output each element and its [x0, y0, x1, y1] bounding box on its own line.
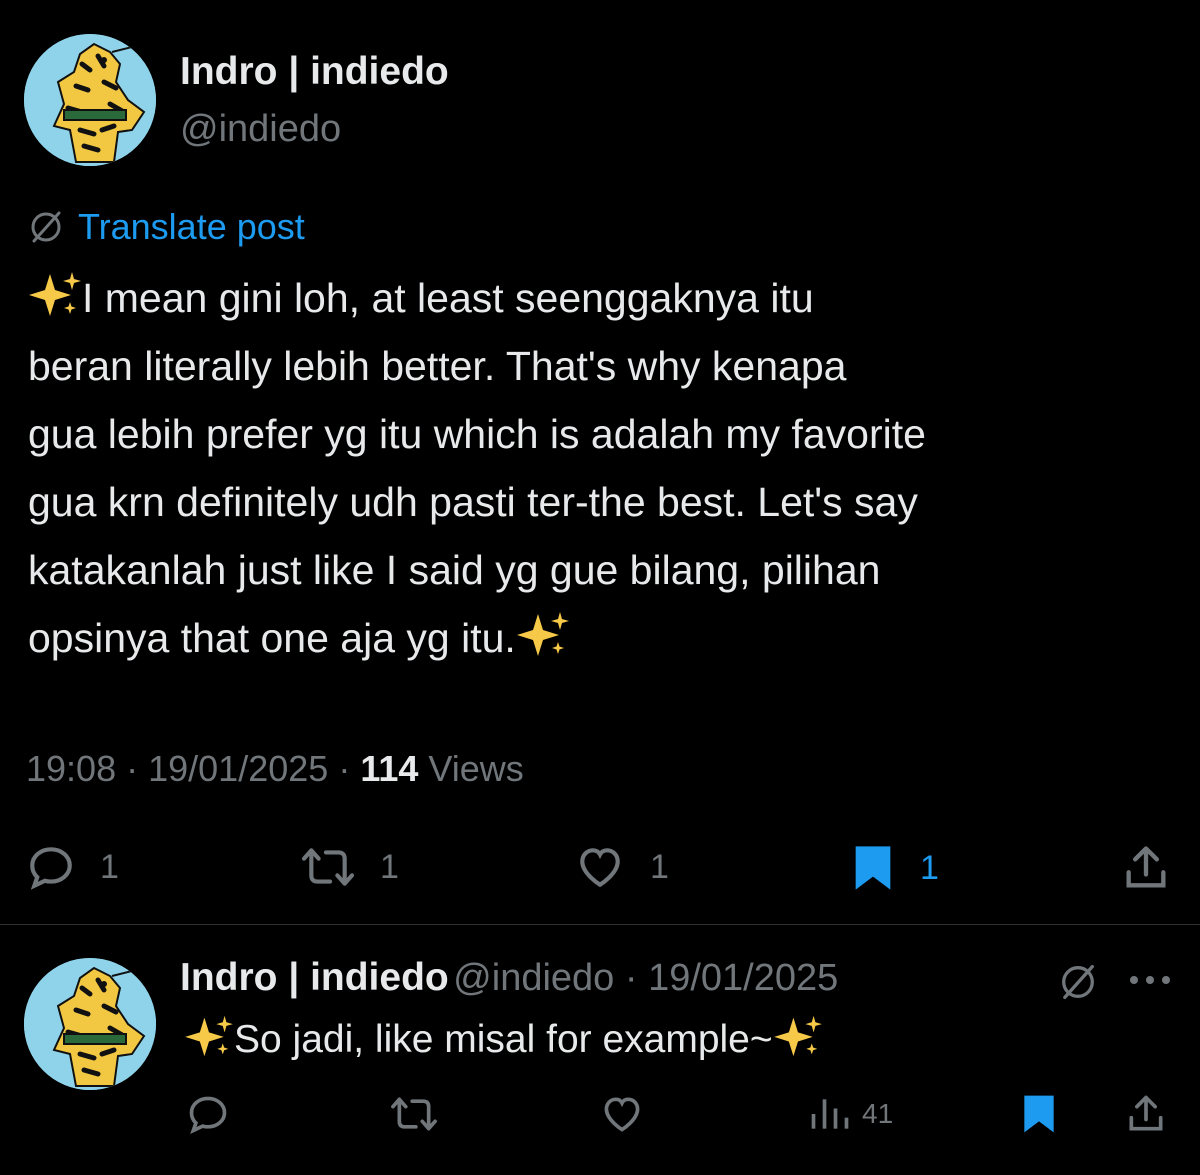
- reply-like-button[interactable]: [600, 1092, 644, 1136]
- share-button[interactable]: [1120, 842, 1172, 899]
- sparkles-emoji: [28, 270, 82, 323]
- bookmark-icon: [855, 846, 891, 890]
- reply-text: So jadi, like misal for example~: [234, 1018, 773, 1061]
- bookmark-count: 1: [920, 848, 939, 887]
- globe-slash-icon[interactable]: [1056, 960, 1100, 1004]
- globe-slash-icon: [31, 211, 61, 243]
- more-dots-icon[interactable]: [1126, 968, 1174, 992]
- tweet-date[interactable]: 19/01/2025: [148, 748, 328, 789]
- reply-count: 1: [100, 847, 119, 886]
- translate-post-link[interactable]: Translate post: [78, 206, 305, 248]
- repost-icon: [391, 1097, 437, 1131]
- meta-separator: ·: [126, 748, 149, 789]
- reply-views-button[interactable]: 41: [808, 1092, 893, 1136]
- bookmark-button[interactable]: 1: [850, 842, 939, 894]
- author-display-name[interactable]: Indro | indiedo: [180, 50, 449, 94]
- tiger-avatar-image: [24, 34, 156, 166]
- reply-handle-date[interactable]: @indiedo · 19/01/2025: [453, 957, 838, 999]
- heart-icon: [604, 1097, 640, 1132]
- reply-display-name[interactable]: Indro | indiedo: [180, 956, 449, 999]
- share-icon: [1129, 1095, 1163, 1131]
- sparkles-emoji-end: [773, 1014, 823, 1063]
- author-handle[interactable]: @indiedo: [180, 108, 341, 151]
- tweet-body: I mean gini loh, at least seenggaknya it…: [28, 264, 1178, 672]
- tweet-meta: 19:08 · 19/01/2025 · 114 Views: [26, 748, 524, 790]
- sparkles-emoji-end: [516, 610, 570, 663]
- reply-share-button[interactable]: [1124, 1092, 1168, 1136]
- reply-bookmark-button[interactable]: [1020, 1092, 1058, 1136]
- tiger-avatar-image: [24, 958, 156, 1090]
- divider: [0, 924, 1200, 925]
- repost-button[interactable]: 1: [300, 842, 399, 892]
- sparkles-emoji: [184, 1014, 234, 1063]
- reply-reply-button[interactable]: [186, 1092, 230, 1136]
- tweet-text: I mean gini loh, at least seenggaknya it…: [28, 275, 926, 661]
- repost-count: 1: [380, 847, 399, 886]
- share-icon: [1126, 846, 1166, 888]
- reply-author-avatar[interactable]: [24, 958, 156, 1090]
- like-count: 1: [650, 847, 669, 886]
- reply-button[interactable]: 1: [26, 842, 119, 892]
- heart-icon: [580, 848, 620, 888]
- reply-repost-button[interactable]: [390, 1092, 438, 1136]
- like-button[interactable]: 1: [574, 842, 669, 892]
- speech-bubble-icon: [189, 1096, 227, 1135]
- reply-body: So jadi, like misal for example~: [184, 1014, 823, 1063]
- author-avatar[interactable]: [24, 34, 156, 166]
- tweet-time[interactable]: 19:08: [26, 748, 116, 789]
- views-bars-icon: [811, 1099, 849, 1129]
- reply-header: Indro | indiedo @indiedo · 19/01/2025: [180, 956, 838, 1000]
- repost-icon: [301, 848, 355, 886]
- views-count: 114: [360, 748, 419, 789]
- reply-views-count: 41: [862, 1098, 894, 1129]
- speech-bubble-icon: [30, 847, 72, 890]
- meta-separator: ·: [338, 748, 361, 789]
- translate-post-row[interactable]: Translate post: [26, 206, 305, 248]
- bookmark-icon: [1024, 1095, 1054, 1133]
- views-label: Views: [428, 748, 524, 789]
